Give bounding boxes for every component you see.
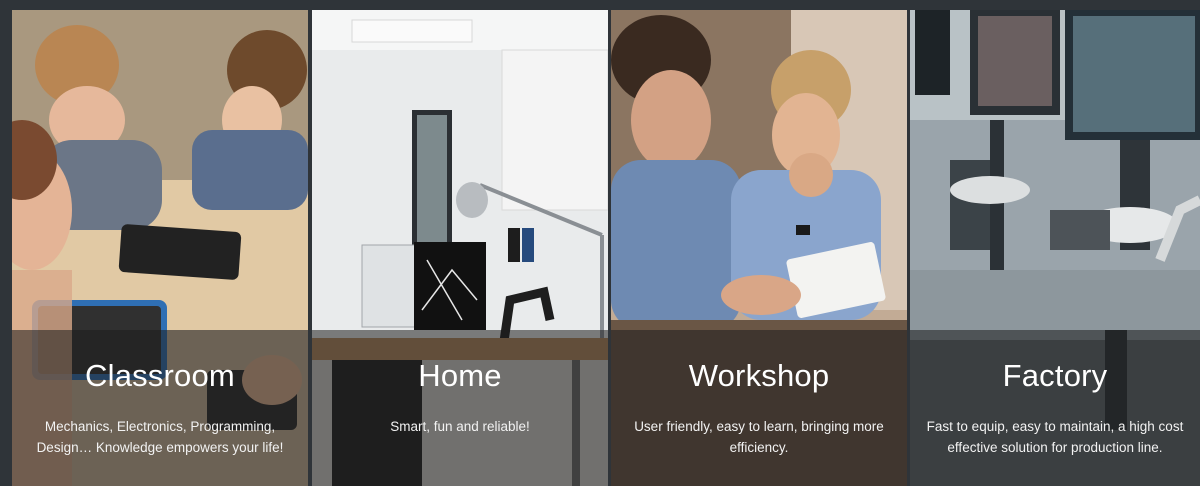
workshop-card[interactable]: Workshop User friendly, easy to learn, b…: [611, 10, 907, 486]
home-caption: [312, 330, 608, 486]
scenario-strip: Classroom Mechanics, Electronics, Progra…: [0, 0, 1200, 486]
factory-description-line-2: effective solution for production line.: [947, 440, 1163, 455]
factory-description: Fast to equip, easy to maintain, a high …: [916, 416, 1194, 458]
classroom-description-line-1: Mechanics, Electronics, Programming,: [44, 419, 276, 434]
factory-card[interactable]: Factory Fast to equip, easy to maintain,…: [910, 10, 1200, 486]
workshop-description-line-1: User friendly, easy to learn, bringing m…: [634, 419, 884, 434]
workshop-caption: [611, 330, 907, 486]
home-description-line-1: Smart, fun and reliable!: [390, 419, 530, 434]
home-card[interactable]: Home Smart, fun and reliable!: [312, 10, 608, 486]
factory-description-line-1: Fast to equip, easy to maintain, a high …: [926, 419, 1184, 434]
home-description: Smart, fun and reliable!: [318, 416, 602, 437]
classroom-card[interactable]: Classroom Mechanics, Electronics, Progra…: [12, 10, 308, 486]
factory-caption: [910, 330, 1200, 486]
home-title: Home: [418, 358, 502, 393]
workshop-title: Workshop: [688, 358, 830, 393]
workshop-description: User friendly, easy to learn, bringing m…: [617, 416, 901, 458]
classroom-description-line-2: Design… Knowledge empowers your life!: [36, 440, 284, 455]
factory-title: Factory: [1002, 358, 1108, 393]
classroom-caption: [12, 330, 308, 486]
workshop-description-line-2: efficiency.: [729, 440, 789, 455]
classroom-title: Classroom: [85, 358, 235, 393]
classroom-description: Mechanics, Electronics, Programming, Des…: [18, 416, 302, 458]
